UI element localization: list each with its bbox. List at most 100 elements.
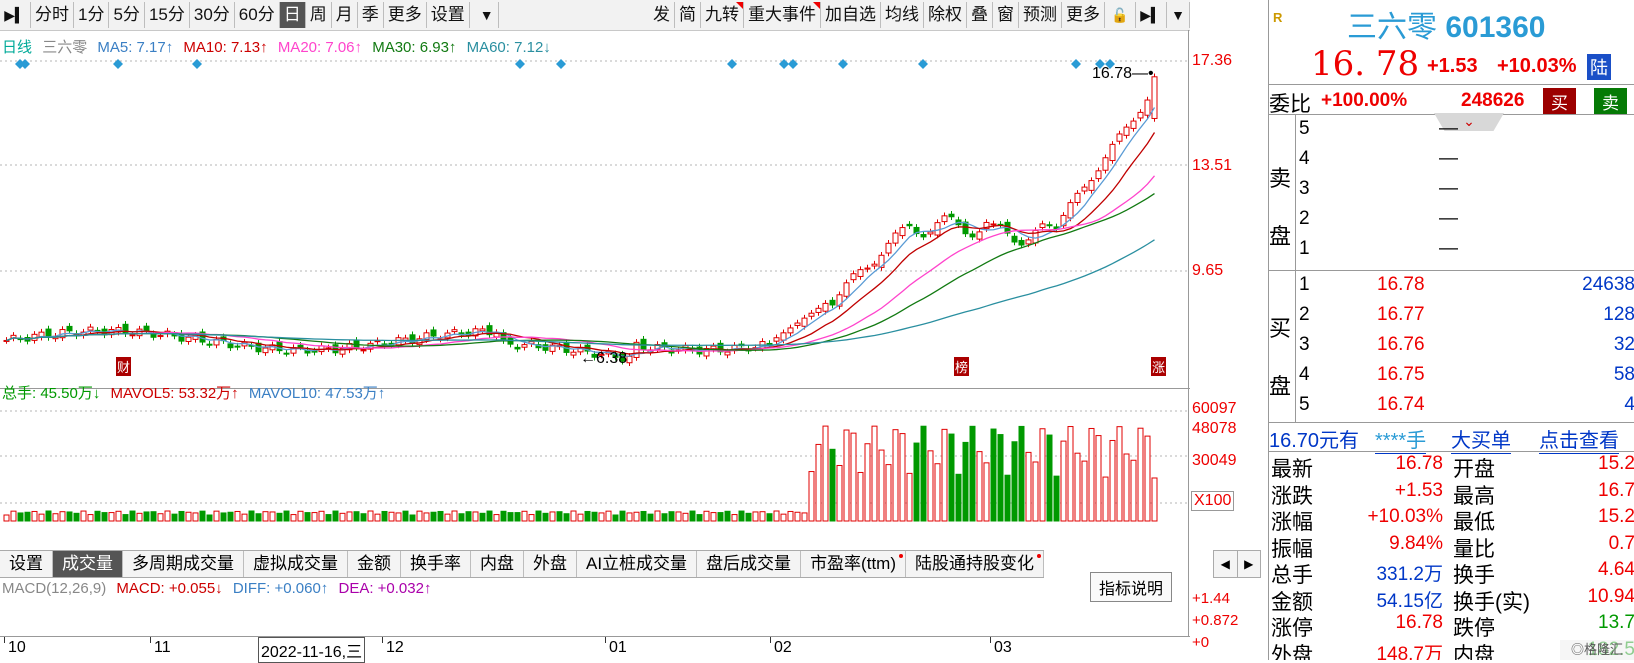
price-axis-low: 9.65 xyxy=(1192,262,1224,279)
period-0-button[interactable]: 分时 xyxy=(31,2,74,28)
period-7-button[interactable]: 周 xyxy=(306,2,332,28)
candle-body xyxy=(941,215,948,223)
scroll-right-icon[interactable]: ▶ xyxy=(1236,551,1261,577)
volume-bar xyxy=(668,511,675,522)
sell-button[interactable]: 卖 xyxy=(1594,88,1627,115)
tool-7-button[interactable]: 叠 xyxy=(967,2,993,28)
scroll-left-icon[interactable]: ◀ xyxy=(1214,551,1237,577)
candle-body xyxy=(1018,239,1025,246)
indicator-tab-5[interactable]: 换手率 xyxy=(401,551,471,577)
tool-4-button[interactable]: 加自选 xyxy=(821,2,881,28)
stat-label-2: 换手 xyxy=(1453,564,1495,587)
volume-bar xyxy=(262,511,269,522)
tool-8-button[interactable]: 窗 xyxy=(993,2,1019,28)
period-9-button[interactable]: 季 xyxy=(358,2,384,28)
volume-bar xyxy=(1046,434,1053,522)
volume-bar xyxy=(836,464,843,522)
volume-bar xyxy=(913,442,920,522)
vol-unit-badge: X100 xyxy=(1191,491,1235,511)
lock-icon[interactable]: 🔓 xyxy=(1105,2,1136,28)
period-selector: 分时 1分 5分 15分 30分 60分日周月季更多 设置 xyxy=(31,2,470,28)
volume-bar xyxy=(1130,459,1137,522)
buy-button[interactable]: 买 xyxy=(1543,88,1576,115)
date-label-0: 10 xyxy=(8,639,26,656)
period-2-button[interactable]: 5分 xyxy=(109,2,145,28)
event-dragon-tiger[interactable]: 榜 xyxy=(954,357,970,376)
tool-0-button[interactable]: 发 xyxy=(649,2,675,28)
dropdown-icon[interactable]: ▼ xyxy=(476,2,499,28)
level-index: 4 xyxy=(1299,364,1310,385)
period-11-button[interactable]: 设置 xyxy=(427,2,470,28)
candle-body xyxy=(157,335,164,338)
stat-value: 9.84% xyxy=(1389,532,1443,554)
stat-label-2: 换手(实) xyxy=(1453,590,1530,614)
last-price: 16. 78 xyxy=(1311,44,1420,84)
volume-bar xyxy=(248,510,255,522)
tool-1-button[interactable]: 简 xyxy=(675,2,701,28)
period-8-button[interactable]: 月 xyxy=(332,2,358,28)
volume-bar xyxy=(584,510,591,522)
volume-bar xyxy=(66,511,73,522)
indicator-tab-7[interactable]: 外盘 xyxy=(524,551,577,577)
volume-bar xyxy=(318,510,325,522)
date-tick xyxy=(990,637,991,643)
tool-5-button[interactable]: 均线 xyxy=(881,2,924,28)
stat-value: 54.15亿 xyxy=(1376,590,1443,612)
volume-bar xyxy=(815,443,822,522)
tool-6-button[interactable]: 除权 xyxy=(924,2,967,28)
sidebar-toggle-icon[interactable]: ▶▍ xyxy=(0,2,31,28)
candle-body xyxy=(234,345,241,348)
period-4-button[interactable]: 30分 xyxy=(190,2,235,28)
level-price: 16.78 xyxy=(1377,274,1425,295)
period-1-button[interactable]: 1分 xyxy=(74,2,110,28)
indicator-help-button[interactable]: 指标说明 xyxy=(1090,572,1173,602)
macd-axis-top: +1.44 xyxy=(1192,590,1230,607)
volume-bar xyxy=(521,510,528,522)
volume-bar xyxy=(745,512,752,522)
tool-3-button[interactable]: 重大事件 xyxy=(744,2,821,28)
period-3-button[interactable]: 15分 xyxy=(145,2,190,28)
indicator-tab-4[interactable]: 金额 xyxy=(348,551,401,577)
indicator-tab-0[interactable]: 设置 xyxy=(0,551,53,577)
indicator-tab-1[interactable]: 成交量 xyxy=(53,551,123,577)
event-financial-report[interactable]: 财 xyxy=(116,357,132,376)
ma-legend: 日线 三六零 MA5: 7.17↑ MA10: 7.13↑ MA20: 7.06… xyxy=(2,36,557,57)
date-cursor-label: 2022-11-16,三 xyxy=(258,637,366,663)
kline-chart[interactable] xyxy=(0,31,1190,551)
tool-2-button[interactable]: 九转 xyxy=(701,2,744,28)
volume-bar xyxy=(52,513,59,522)
macd-value: MACD: +0.055↓ xyxy=(116,580,223,597)
expand-icon[interactable]: ▶▍ xyxy=(1136,2,1167,28)
candle-body xyxy=(542,344,549,351)
stat-label-2: 最高 xyxy=(1453,484,1495,508)
indicator-tab-11[interactable]: 陆股通持股变化 xyxy=(906,551,1044,577)
candle-body xyxy=(1144,99,1151,116)
volume-bar xyxy=(1116,426,1123,522)
indicator-tab-10[interactable]: 市盈率(ttm) xyxy=(801,551,906,577)
big-order-link[interactable]: 点击查看 xyxy=(1539,424,1619,454)
candle-body xyxy=(864,267,871,270)
period-6-button[interactable]: 日 xyxy=(279,2,306,28)
tool-9-button[interactable]: 预测 xyxy=(1019,2,1062,28)
volume-bar xyxy=(703,510,710,522)
period-5-button[interactable]: 60分 xyxy=(235,2,280,28)
menu-dropdown-icon[interactable]: ▼ xyxy=(1167,2,1190,28)
tool-10-button[interactable]: 更多 xyxy=(1062,2,1105,28)
date-tick xyxy=(770,637,771,643)
volume-bar xyxy=(661,513,668,522)
event-limit-up[interactable]: 涨 xyxy=(1151,357,1167,376)
volume-bar xyxy=(542,512,549,522)
indicator-tab-8[interactable]: AI立桩成交量 xyxy=(577,551,698,577)
volume-bar xyxy=(388,511,395,522)
level-price: — xyxy=(1439,148,1458,169)
indicator-tab-3[interactable]: 虚拟成交量 xyxy=(244,551,348,577)
volume-bar xyxy=(871,425,878,522)
volume-bar xyxy=(626,512,633,522)
indicator-tab-9[interactable]: 盘后成交量 xyxy=(697,551,802,577)
stock-name-label: 三六零 xyxy=(42,39,88,56)
volume-bar xyxy=(115,510,122,522)
period-10-button[interactable]: 更多 xyxy=(384,2,427,28)
volume-bar xyxy=(717,512,724,522)
indicator-tab-6[interactable]: 内盘 xyxy=(471,551,524,577)
indicator-tab-2[interactable]: 多周期成交量 xyxy=(123,551,244,577)
